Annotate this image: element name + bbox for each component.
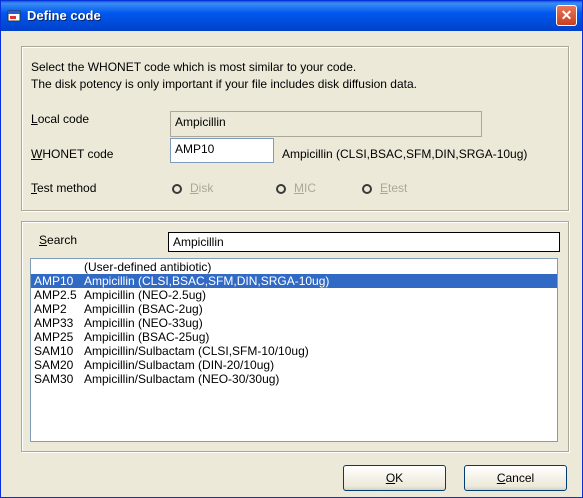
- whonet-code-description: Ampicillin (CLSI,BSAC,SFM,DIN,SRGA-10ug): [282, 147, 528, 161]
- list-item-name: Ampicillin/Sulbactam (CLSI,SFM-10/10ug): [84, 344, 309, 358]
- list-item[interactable]: AMP2 Ampicillin (BSAC-2ug): [31, 302, 557, 316]
- list-item-code: SAM10: [34, 344, 74, 358]
- list-item-code: AMP2.5: [34, 288, 77, 302]
- radio-mic[interactable]: MIC: [276, 181, 316, 195]
- search-label: Search: [39, 233, 78, 247]
- list-item-name: Ampicillin (NEO-2.5ug): [84, 288, 207, 302]
- app-icon: [7, 10, 21, 22]
- list-item[interactable]: AMP25 Ampicillin (BSAC-25ug): [31, 330, 557, 344]
- radio-disk[interactable]: Disk: [172, 181, 213, 195]
- whonet-code-label: WHONET code: [31, 147, 114, 161]
- radio-icon: [362, 184, 372, 194]
- antibiotic-list[interactable]: (User-defined antibiotic) AMP10 Ampicillin…: [30, 258, 558, 442]
- list-item[interactable]: AMP33 Ampicillin (NEO-33ug): [31, 316, 557, 330]
- instruction-line-2: The disk potency is only important if yo…: [31, 77, 417, 91]
- list-item[interactable]: SAM30 Ampicillin/Sulbactam (NEO-30/30ug): [31, 372, 557, 386]
- window-title: Define code: [27, 8, 101, 23]
- instruction-line-1: Select the WHONET code which is most sim…: [31, 60, 357, 74]
- local-code-field: Ampicillin: [170, 111, 482, 137]
- title-bar[interactable]: Define code ✕: [1, 1, 582, 31]
- list-item-name: Ampicillin/Sulbactam (NEO-30/30ug): [84, 372, 280, 386]
- list-item[interactable]: (User-defined antibiotic): [31, 260, 557, 274]
- close-button[interactable]: ✕: [556, 5, 577, 26]
- close-icon: ✕: [560, 7, 573, 23]
- list-item-name: Ampicillin (BSAC-25ug): [84, 330, 210, 344]
- radio-icon: [276, 184, 286, 194]
- list-item-code: SAM30: [34, 372, 74, 386]
- code-details-panel: Select the WHONET code which is most sim…: [21, 46, 569, 211]
- local-code-label: Local code: [31, 112, 90, 126]
- cancel-button[interactable]: Cancel: [464, 465, 567, 491]
- list-item[interactable]: SAM10 Ampicillin/Sulbactam (CLSI,SFM-10/1…: [31, 344, 557, 358]
- search-input[interactable]: Ampicillin: [168, 232, 560, 252]
- list-item-code: AMP2: [34, 302, 67, 316]
- list-item-code: AMP25: [34, 330, 74, 344]
- test-method-label: Test method: [31, 181, 97, 195]
- list-item[interactable]: AMP2.5 Ampicillin (NEO-2.5ug): [31, 288, 557, 302]
- list-item-name: Ampicillin (BSAC-2ug): [84, 302, 203, 316]
- define-code-dialog: Define code ✕ Select the WHONET code whi…: [0, 0, 583, 498]
- ok-button[interactable]: OK: [343, 465, 446, 491]
- list-item-name: (User-defined antibiotic): [84, 260, 212, 274]
- list-item-code: AMP33: [34, 316, 74, 330]
- radio-etest[interactable]: Etest: [362, 181, 407, 195]
- list-item-code: AMP10: [34, 274, 74, 288]
- radio-icon: [172, 184, 182, 194]
- list-item-name: Ampicillin/Sulbactam (DIN-20/10ug): [84, 358, 275, 372]
- list-item-name: Ampicillin (NEO-33ug): [84, 316, 203, 330]
- whonet-code-input[interactable]: AMP10: [170, 138, 274, 163]
- list-item[interactable]: SAM20 Ampicillin/Sulbactam (DIN-20/10ug): [31, 358, 557, 372]
- list-item-name: Ampicillin (CLSI,BSAC,SFM,DIN,SRGA-10ug): [84, 274, 330, 288]
- list-item-code: SAM20: [34, 358, 74, 372]
- list-item[interactable]: AMP10 Ampicillin (CLSI,BSAC,SFM,DIN,SRGA-…: [31, 274, 557, 288]
